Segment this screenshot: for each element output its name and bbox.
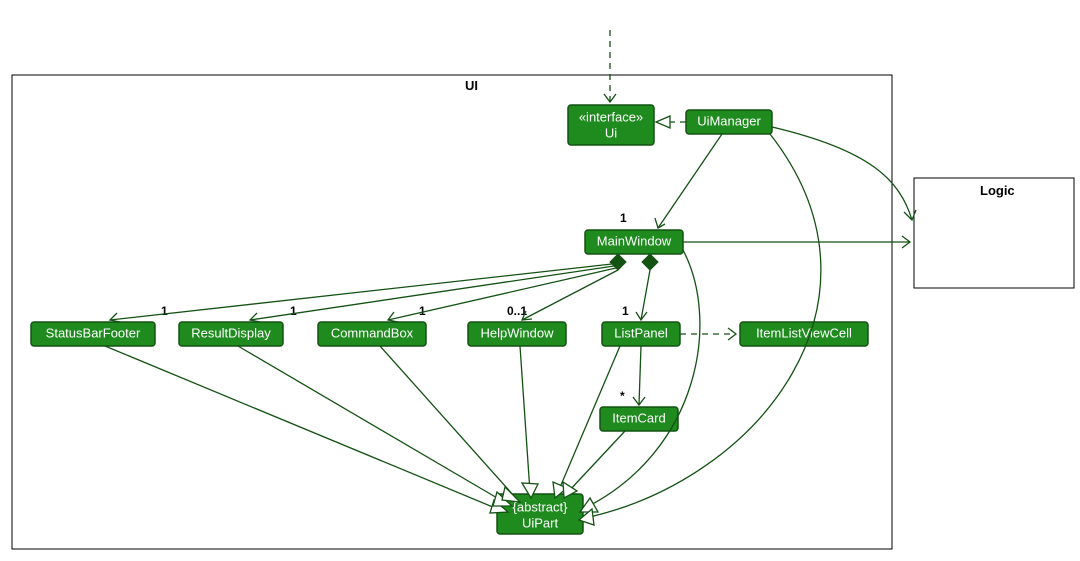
svg-text:ItemListViewCell: ItemListViewCell: [756, 325, 852, 340]
package-logic-label: Logic: [980, 183, 1015, 198]
svg-text:MainWindow: MainWindow: [597, 233, 672, 248]
svg-text:UiPart: UiPart: [522, 515, 559, 530]
svg-text:StatusBarFooter: StatusBarFooter: [46, 325, 141, 340]
node-helpwindow: HelpWindow: [468, 322, 566, 346]
node-resultdisplay: ResultDisplay: [179, 322, 283, 346]
svg-text:UiManager: UiManager: [697, 113, 761, 128]
node-itemcard: ItemCard: [600, 407, 678, 431]
mult-mainwindow: 1: [620, 211, 627, 225]
svg-text:ResultDisplay: ResultDisplay: [191, 325, 271, 340]
svg-text:ListPanel: ListPanel: [614, 325, 668, 340]
node-listpanel: ListPanel: [602, 322, 680, 346]
svg-text:{abstract}: {abstract}: [513, 499, 569, 514]
package-ui-label: UI: [465, 78, 478, 93]
node-ui-interface: «interface» Ui: [568, 105, 654, 145]
node-uimanager: UiManager: [686, 110, 772, 134]
package-ui: [12, 75, 892, 549]
svg-text:CommandBox: CommandBox: [331, 325, 414, 340]
node-statusbarfooter: StatusBarFooter: [31, 322, 155, 346]
svg-text:HelpWindow: HelpWindow: [481, 325, 555, 340]
mult-statusbarfooter: 1: [161, 304, 168, 318]
svg-text:Ui: Ui: [605, 125, 617, 140]
svg-text:ItemCard: ItemCard: [612, 410, 665, 425]
uml-class-diagram: UI Logic «interface» Ui UiManager MainWi…: [0, 0, 1080, 561]
svg-text:«interface»: «interface»: [579, 109, 643, 124]
mult-itemcard: *: [620, 389, 625, 403]
mult-listpanel: 1: [622, 304, 629, 318]
node-commandbox: CommandBox: [318, 322, 426, 346]
mult-resultdisplay: 1: [290, 304, 297, 318]
node-itemlistviewcell: ItemListViewCell: [740, 322, 868, 346]
node-mainwindow: MainWindow: [585, 230, 683, 254]
